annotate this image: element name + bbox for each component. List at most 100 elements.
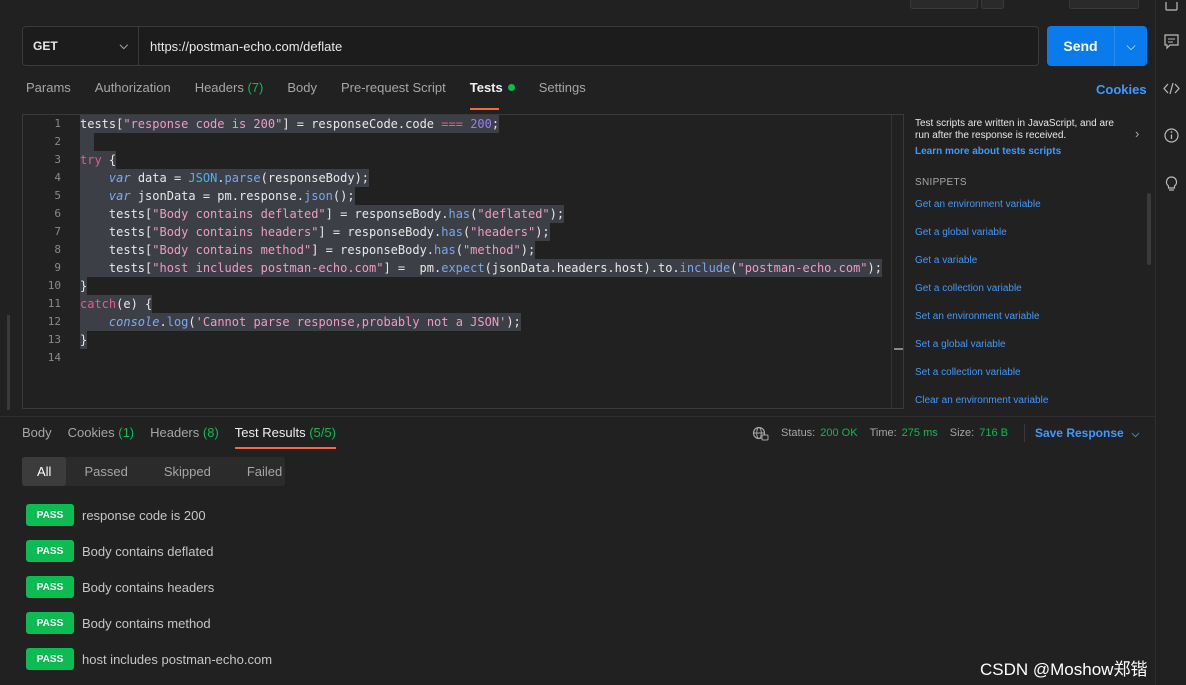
line-number: 13 — [47, 333, 61, 346]
tab-response-headers[interactable]: Headers (8) — [150, 425, 219, 447]
code-icon[interactable] — [1163, 80, 1180, 97]
info-icon[interactable] — [1163, 127, 1180, 144]
test-name: Body contains method — [82, 615, 211, 631]
chevron-down-icon[interactable]: ⌵ — [1115, 39, 1147, 54]
snippet-item[interactable]: Get a global variable — [915, 227, 1007, 238]
code-line: } — [80, 277, 88, 295]
line-number: 14 — [47, 351, 61, 364]
status-value: 200 OK — [820, 427, 858, 439]
status-label: Status: — [781, 427, 816, 439]
divider — [0, 416, 1155, 417]
toolbar-stub — [910, 0, 978, 9]
tab-test-results[interactable]: Test Results (5/5) — [234, 425, 337, 449]
document-icon[interactable] — [1163, 0, 1180, 17]
globe-icon[interactable] — [752, 426, 769, 441]
editor-scrollbar[interactable] — [891, 115, 903, 408]
send-button[interactable]: Send ⌵ — [1047, 26, 1147, 66]
toolbar-stub — [981, 0, 1004, 9]
line-number: 1 — [54, 117, 61, 130]
line-number: 9 — [54, 261, 61, 274]
code-line: tests["host includes postman-echo.com"] … — [80, 259, 882, 277]
code-line: tests["Body contains deflated"] = respon… — [80, 205, 565, 223]
response-status: Status: 200 OK Time: 275 ms Size: 716 B … — [752, 424, 1139, 442]
result-filters: All Passed Skipped Failed — [22, 457, 285, 486]
time-label: Time: — [869, 427, 897, 439]
tab-headers[interactable]: Headers (7) — [195, 80, 264, 102]
code-area[interactable]: tests["response code is 200"] = response… — [80, 115, 903, 408]
watermark: CSDN @Moshow郑锴 — [980, 660, 1148, 679]
left-scrollbar[interactable] — [7, 315, 10, 410]
code-line: tests["response code is 200"] = response… — [80, 115, 500, 133]
line-number: 3 — [54, 153, 61, 166]
learn-more-link[interactable]: Learn more about tests scripts — [915, 146, 1145, 157]
status-dot-icon — [507, 84, 515, 91]
tab-authorization[interactable]: Authorization — [95, 80, 171, 102]
code-line: var jsonData = pm.response.json(); — [80, 187, 355, 205]
code-line: console.log('Cannot parse response,proba… — [80, 313, 521, 331]
tab-settings[interactable]: Settings — [539, 80, 586, 102]
test-name: Body contains deflated — [82, 543, 214, 559]
line-number: 4 — [54, 171, 61, 184]
tab-tests[interactable]: Tests — [469, 80, 515, 110]
cookies-link[interactable]: Cookies — [1096, 82, 1147, 97]
code-line: } — [80, 331, 88, 349]
comment-icon[interactable] — [1163, 33, 1180, 50]
test-name: host includes postman-echo.com — [82, 651, 273, 667]
snippets-panel: Test scripts are written in JavaScript, … — [915, 118, 1145, 406]
save-response-button[interactable]: Save Response ⌵ — [1035, 426, 1139, 440]
chevron-down-icon: ⌵ — [119, 39, 128, 52]
tab-params[interactable]: Params — [26, 80, 71, 102]
right-sidebar — [1155, 0, 1186, 685]
snippets-intro: Test scripts are written in JavaScript, … — [915, 118, 1114, 141]
pass-badge: PASS — [26, 612, 74, 634]
test-result-row: PASS response code is 200 — [26, 504, 206, 526]
snippet-item[interactable]: Get an environment variable — [915, 199, 1041, 210]
code-line: try { — [80, 151, 117, 169]
snippet-item[interactable]: Clear an environment variable — [915, 395, 1048, 406]
response-tabs: Body Cookies (1) Headers (8) Test Result… — [22, 425, 352, 449]
test-result-row: PASS Body contains deflated — [26, 540, 214, 562]
lightbulb-icon[interactable] — [1163, 175, 1180, 192]
test-result-row: PASS Body contains headers — [26, 576, 214, 598]
snippet-item[interactable]: Get a collection variable — [915, 283, 1022, 294]
filter-all[interactable]: All — [22, 457, 67, 486]
code-line — [80, 133, 94, 151]
line-number: 7 — [54, 225, 61, 238]
code-line: var data = JSON.parse(responseBody); — [80, 169, 370, 187]
snippet-item[interactable]: Set an environment variable — [915, 311, 1040, 322]
chevron-right-icon[interactable]: › — [1135, 126, 1139, 141]
tab-body[interactable]: Body — [287, 80, 317, 102]
filter-skipped[interactable]: Skipped — [146, 457, 229, 486]
tests-editor[interactable]: 1 2 3 4 5 6 7 8 9 10 11 12 13 14 tests["… — [22, 114, 904, 409]
method-label: GET — [33, 39, 58, 53]
line-number: 5 — [54, 189, 61, 202]
url-text: https://postman-echo.com/deflate — [150, 38, 343, 54]
snippet-item[interactable]: Set a global variable — [915, 339, 1006, 350]
size-value: 716 B — [979, 427, 1008, 439]
pass-badge: PASS — [26, 648, 74, 670]
chevron-down-icon: ⌵ — [1131, 429, 1140, 440]
code-line: tests["Body contains method"] = response… — [80, 241, 536, 259]
snippet-item[interactable]: Set a collection variable — [915, 367, 1021, 378]
test-name: response code is 200 — [82, 507, 206, 523]
snippet-item[interactable]: Get a variable — [915, 255, 977, 266]
line-gutter: 1 2 3 4 5 6 7 8 9 10 11 12 13 14 — [23, 115, 69, 408]
test-result-row: PASS Body contains method — [26, 612, 211, 634]
pass-badge: PASS — [26, 576, 74, 598]
tab-pre-request-script[interactable]: Pre-request Script — [341, 80, 446, 102]
request-tabs: Params Authorization Headers (7) Body Pr… — [26, 80, 610, 110]
line-number: 12 — [47, 315, 61, 328]
method-select[interactable]: GET ⌵ — [23, 27, 139, 65]
test-result-row: PASS host includes postman-echo.com — [26, 648, 272, 670]
line-number: 8 — [54, 243, 61, 256]
headers-count: (7) — [247, 80, 264, 95]
snippets-scrollbar[interactable] — [1147, 193, 1151, 265]
filter-passed[interactable]: Passed — [66, 457, 145, 486]
filter-failed[interactable]: Failed — [229, 457, 300, 486]
pass-badge: PASS — [26, 504, 74, 526]
pass-badge: PASS — [26, 540, 74, 562]
tab-response-body[interactable]: Body — [22, 425, 52, 447]
line-number: 2 — [54, 135, 61, 148]
tab-response-cookies[interactable]: Cookies (1) — [68, 425, 134, 447]
url-input[interactable]: https://postman-echo.com/deflate — [139, 27, 1038, 65]
